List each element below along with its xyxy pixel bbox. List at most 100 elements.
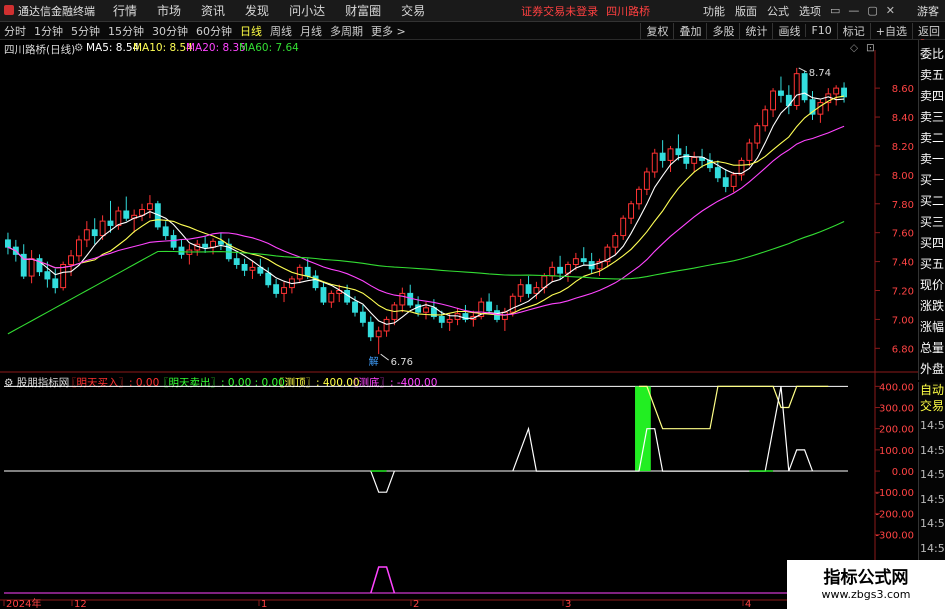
period-weekly[interactable]: 周线 bbox=[266, 23, 296, 39]
trade-label[interactable]: 交易 bbox=[919, 398, 945, 414]
mark-button[interactable]: 标记 bbox=[836, 22, 870, 39]
unlock-marker: 解 bbox=[369, 355, 379, 368]
quote-field-11: 现价 bbox=[920, 278, 945, 292]
quote-field-2: 卖四 bbox=[920, 89, 945, 103]
period-timeshare[interactable]: 分时 bbox=[0, 23, 30, 39]
period-60min[interactable]: 60分钟 bbox=[192, 23, 236, 39]
watermark-title: 指标公式网 bbox=[823, 567, 909, 588]
candle-body bbox=[107, 220, 114, 226]
draw-button[interactable]: 画线 bbox=[772, 22, 805, 39]
candle-body bbox=[675, 148, 682, 156]
candle-body bbox=[52, 278, 59, 289]
candle-body bbox=[525, 284, 532, 294]
menu-news[interactable]: 资讯 bbox=[191, 2, 235, 19]
candle-body bbox=[793, 73, 800, 106]
window-maximize-icon[interactable]: ▢ bbox=[863, 4, 881, 17]
window-minimize-icon[interactable]: — bbox=[844, 4, 863, 17]
candle-body bbox=[770, 90, 777, 111]
trade-time-4: 14:56 bbox=[920, 517, 945, 530]
quote-field-8: 买三 bbox=[920, 215, 945, 229]
quote-field-12: 涨跌 bbox=[920, 299, 945, 313]
candle-body bbox=[68, 255, 74, 265]
f10-button[interactable]: F10 bbox=[805, 24, 836, 37]
menu-quotes[interactable]: 行情 bbox=[103, 2, 147, 19]
menu-wealth[interactable]: 财富圈 bbox=[335, 2, 391, 19]
period-more[interactable]: 更多 > bbox=[367, 23, 410, 39]
time-tick-label: 2024年 bbox=[6, 597, 41, 609]
menu-formula[interactable]: 公式 bbox=[762, 3, 794, 19]
candle-body bbox=[146, 203, 153, 211]
candle-body bbox=[233, 258, 240, 265]
indicator-tick-label: 0.00 bbox=[892, 467, 914, 478]
candle-body bbox=[612, 235, 619, 248]
candle-body bbox=[746, 142, 753, 161]
bottom-measure-dip bbox=[370, 470, 395, 493]
period-15min[interactable]: 15分钟 bbox=[104, 23, 148, 39]
menu-layout[interactable]: 版面 bbox=[730, 3, 762, 19]
adjust-button[interactable]: 复权 bbox=[640, 22, 673, 39]
period-daily[interactable]: 日线 bbox=[236, 23, 266, 39]
menu-function[interactable]: 功能 bbox=[698, 3, 730, 19]
candle-body bbox=[265, 272, 272, 286]
menu-options[interactable]: 选项 bbox=[794, 3, 826, 19]
quote-field-15: 外盘 bbox=[920, 362, 945, 376]
price-tick-label: 8.40 bbox=[892, 113, 914, 124]
quote-field-9: 买四 bbox=[920, 236, 945, 250]
indicator-tick-label: -300.00 bbox=[875, 531, 914, 542]
period-1min[interactable]: 1分钟 bbox=[30, 23, 67, 39]
period-30min[interactable]: 30分钟 bbox=[148, 23, 192, 39]
candle-body bbox=[352, 301, 358, 313]
candle-body bbox=[273, 284, 280, 294]
candle-body bbox=[91, 229, 98, 237]
price-tick-label: 8.60 bbox=[892, 84, 914, 95]
price-tick-label: 8.00 bbox=[892, 171, 914, 182]
price-tick-label: 7.00 bbox=[892, 315, 914, 326]
candle-body bbox=[170, 235, 177, 248]
period-multi[interactable]: 多周期 bbox=[326, 23, 367, 39]
candle-body bbox=[367, 321, 374, 338]
price-tick-label: 6.80 bbox=[892, 344, 914, 355]
candle-body bbox=[754, 125, 761, 144]
back-button[interactable]: 返回 bbox=[912, 22, 945, 39]
window-close-icon[interactable]: ✕ bbox=[882, 4, 899, 17]
guest-login[interactable]: 游客 bbox=[899, 3, 945, 19]
candle-body bbox=[557, 266, 564, 274]
quote-field-13: 涨幅 bbox=[920, 320, 945, 334]
quote-field-14: 总量 bbox=[920, 341, 945, 355]
window-restore-icon[interactable]: ▭ bbox=[826, 4, 844, 17]
login-notice[interactable]: 证券交易未登录 bbox=[521, 3, 598, 19]
candle-body bbox=[162, 226, 169, 237]
menu-discover[interactable]: 发现 bbox=[235, 2, 279, 19]
candle-body bbox=[28, 258, 35, 277]
quote-field-4: 卖二 bbox=[920, 131, 945, 145]
candle-body bbox=[549, 266, 556, 277]
candle-body bbox=[841, 87, 848, 98]
candle-body bbox=[44, 271, 51, 280]
menu-market[interactable]: 市场 bbox=[147, 2, 191, 19]
menu-trade[interactable]: 交易 bbox=[391, 2, 435, 19]
stats-button[interactable]: 统计 bbox=[739, 22, 772, 39]
period-monthly[interactable]: 月线 bbox=[296, 23, 326, 39]
price-tick-label: 7.20 bbox=[892, 287, 914, 298]
low-pointer bbox=[380, 353, 389, 361]
ma-line-ma20 bbox=[7, 125, 845, 316]
candle-body bbox=[691, 157, 698, 164]
watermark: 指标公式网 www.zbgs3.com bbox=[787, 560, 945, 609]
overlay-button[interactable]: 叠加 bbox=[673, 22, 706, 39]
candle-body bbox=[281, 287, 287, 294]
chart-canvas[interactable]: 8.60 8.40 8.20 8.00 7.80 7.60 7.40 7.20 7.00 6.80… bbox=[0, 40, 945, 609]
add-watchlist-button[interactable]: +自选 bbox=[869, 22, 912, 39]
period-5min[interactable]: 5分钟 bbox=[67, 23, 104, 39]
high-price-label: 8.74 bbox=[809, 68, 831, 79]
time-tick-label: 4 bbox=[745, 599, 751, 609]
auto-trade-label[interactable]: 自动 bbox=[919, 382, 945, 398]
price-tick-label: 7.60 bbox=[892, 229, 914, 240]
candle-body bbox=[620, 217, 627, 237]
time-tick-label: 3 bbox=[565, 599, 571, 609]
candle-body bbox=[801, 73, 808, 101]
trade-time-1: 14:56 bbox=[920, 443, 945, 457]
multi-stock-button[interactable]: 多股 bbox=[706, 22, 739, 39]
menu-ask[interactable]: 问小达 bbox=[279, 2, 335, 19]
candle-body bbox=[517, 284, 524, 297]
trade-time-3: 14:56 bbox=[920, 492, 945, 506]
